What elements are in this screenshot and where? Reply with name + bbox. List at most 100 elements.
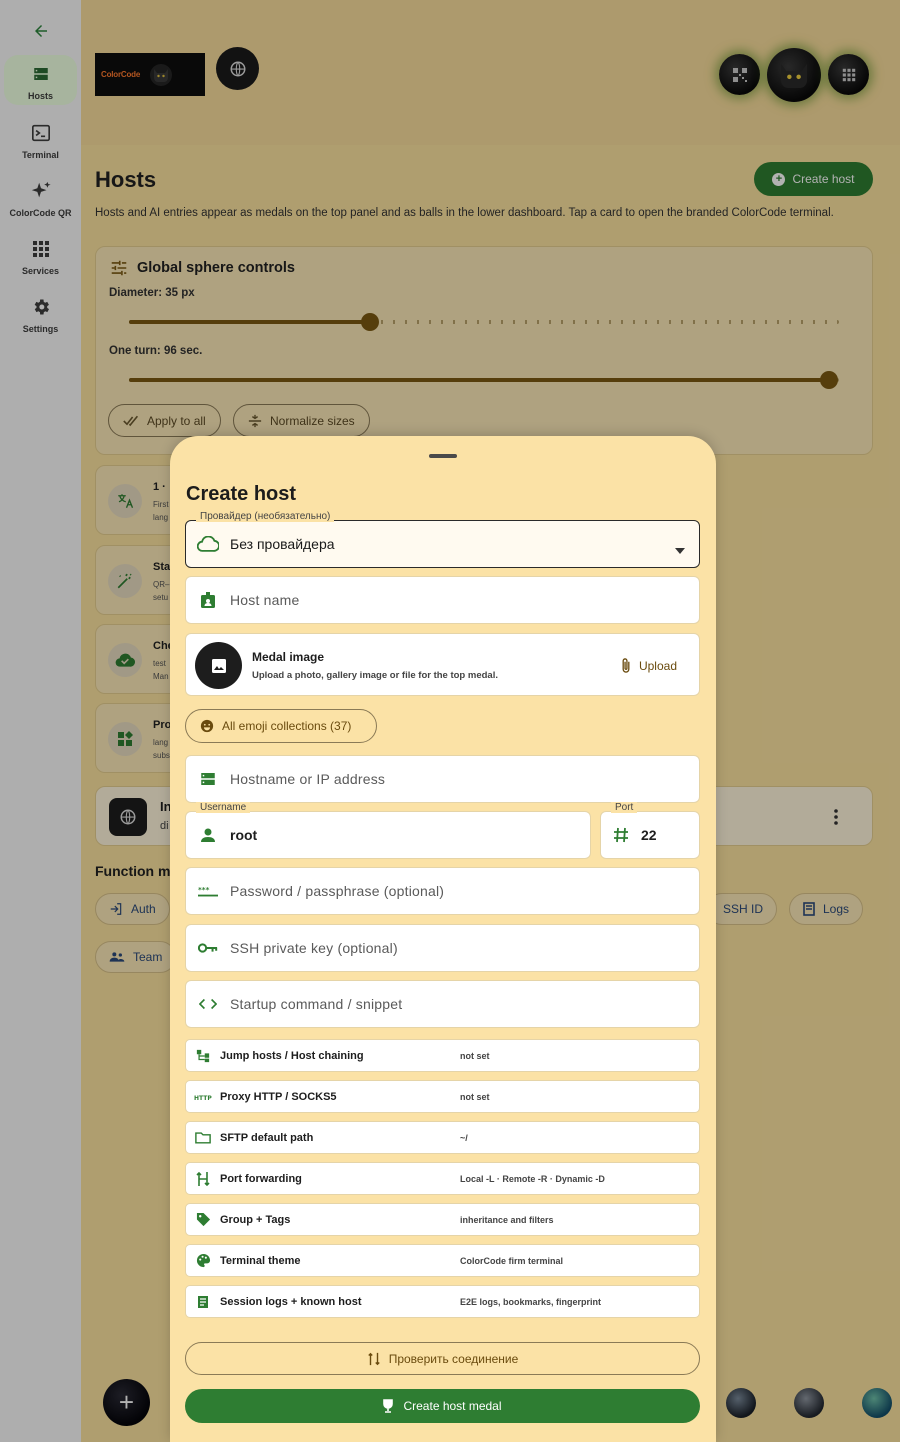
top-medal-panel: ColorCode bbox=[81, 0, 900, 145]
username-field[interactable]: Username root bbox=[185, 802, 591, 859]
cloud-icon bbox=[186, 536, 230, 552]
colorcode-logo[interactable]: ColorCode bbox=[95, 53, 205, 96]
terminal-theme-row[interactable]: Terminal theme ColorCode firm terminal bbox=[185, 1244, 700, 1277]
option-value: ColorCode firm terminal bbox=[460, 1255, 564, 1266]
hostname-field[interactable]: Hostname or IP address bbox=[185, 755, 700, 803]
check-connection-button[interactable]: Проверить соединение bbox=[185, 1342, 700, 1375]
http-icon: HTTP bbox=[186, 1093, 220, 1101]
book-icon bbox=[803, 902, 815, 916]
globe-icon bbox=[230, 61, 245, 76]
tag-icon bbox=[186, 1212, 220, 1227]
provider-select[interactable]: Провайдер (необязательно) Без провайдера bbox=[185, 511, 700, 568]
drag-handle[interactable] bbox=[429, 454, 457, 458]
person-icon bbox=[186, 827, 230, 843]
list-item-sub: First lang bbox=[153, 500, 169, 522]
diameter-label: Diameter: 35 px bbox=[109, 287, 195, 299]
login-icon bbox=[110, 903, 122, 915]
jump-hosts-icon bbox=[186, 1049, 220, 1063]
grid-icon bbox=[842, 68, 855, 81]
proxy-row[interactable]: HTTP Proxy HTTP / SOCKS5 not set bbox=[185, 1080, 700, 1113]
more-vert-icon[interactable] bbox=[834, 809, 838, 830]
option-value: E2E logs, bookmarks, fingerprint bbox=[460, 1296, 602, 1307]
list-item-sub: QR– setu bbox=[153, 580, 170, 602]
list-item-sub: lang subs bbox=[153, 738, 170, 760]
host-ball[interactable] bbox=[726, 1388, 756, 1418]
diameter-slider-thumb[interactable] bbox=[361, 313, 379, 331]
internet-card-sub: di bbox=[160, 820, 169, 832]
port-value: 22 bbox=[641, 827, 657, 843]
page-description: Hosts and AI entries appear as medals on… bbox=[95, 207, 834, 219]
medal-image-title: Medal image bbox=[252, 650, 325, 664]
option-label: Group + Tags bbox=[220, 1213, 291, 1226]
apply-label: Apply to all bbox=[147, 413, 206, 428]
option-label: Port forwarding bbox=[220, 1172, 302, 1185]
group-tags-row[interactable]: Group + Tags inheritance and filters bbox=[185, 1203, 700, 1236]
option-label: Terminal theme bbox=[220, 1254, 301, 1267]
create-host-button[interactable]: + Create host bbox=[754, 162, 873, 196]
rail-overlay bbox=[0, 0, 81, 1442]
svg-text:***: *** bbox=[198, 885, 210, 894]
cloud-done-icon bbox=[108, 643, 142, 677]
medal-image-row[interactable]: Medal image Upload a photo, gallery imag… bbox=[185, 633, 700, 696]
ssh-id-chip[interactable]: SSH ID bbox=[706, 893, 778, 925]
normalize-label: Normalize sizes bbox=[270, 413, 355, 428]
startup-command-field[interactable]: Startup command / snippet bbox=[185, 980, 700, 1028]
host-name-placeholder: Host name bbox=[230, 592, 300, 608]
trophy-icon bbox=[383, 1399, 394, 1413]
team-icon bbox=[109, 952, 125, 962]
port-field[interactable]: Port 22 bbox=[600, 802, 700, 859]
globe-button[interactable] bbox=[216, 47, 259, 90]
list-item-title: 1 · bbox=[153, 481, 166, 493]
provider-label: Провайдер (необязательно) bbox=[196, 511, 335, 522]
jump-hosts-row[interactable]: Jump hosts / Host chaining not set bbox=[185, 1039, 700, 1072]
page-title: Hosts bbox=[95, 167, 157, 192]
auth-chip[interactable]: Auth bbox=[95, 893, 170, 925]
qr-medal[interactable] bbox=[719, 54, 760, 95]
team-chip[interactable]: Team bbox=[95, 941, 177, 973]
apps-medal[interactable] bbox=[828, 54, 869, 95]
turn-slider-thumb[interactable] bbox=[820, 371, 838, 389]
cat-icon bbox=[781, 63, 807, 88]
option-value: not set bbox=[460, 1050, 490, 1061]
ssh-key-field[interactable]: SSH private key (optional) bbox=[185, 924, 700, 972]
port-label: Port bbox=[611, 802, 638, 813]
hostname-placeholder: Hostname or IP address bbox=[230, 771, 386, 787]
host-ball[interactable] bbox=[794, 1388, 824, 1418]
host-name-field[interactable]: Host name bbox=[185, 576, 700, 624]
turn-label: One turn: 96 sec. bbox=[109, 345, 203, 357]
port-forward-icon bbox=[186, 1171, 220, 1187]
upload-label: Upload bbox=[638, 658, 677, 673]
list-item-title: Pro bbox=[153, 719, 172, 731]
upload-button[interactable]: Upload bbox=[621, 658, 677, 673]
svg-text:HTTP: HTTP bbox=[194, 1095, 212, 1101]
add-fab-button[interactable]: + bbox=[103, 1379, 150, 1426]
cat-medal[interactable] bbox=[767, 48, 821, 102]
port-forwarding-row[interactable]: Port forwarding Local -L · Remote -R · D… bbox=[185, 1162, 700, 1195]
username-value: root bbox=[230, 827, 258, 843]
magic-wand-icon bbox=[108, 564, 142, 598]
option-value: not set bbox=[460, 1091, 490, 1102]
option-label: Session logs + known host bbox=[220, 1295, 362, 1308]
cat-icon bbox=[150, 63, 173, 86]
plus-icon: + bbox=[118, 1387, 135, 1417]
create-host-medal-label: Create host medal bbox=[403, 1399, 502, 1413]
normalize-sizes-button[interactable]: Normalize sizes bbox=[233, 404, 370, 437]
host-ball[interactable] bbox=[862, 1388, 892, 1418]
emoji-collections-chip[interactable]: All emoji collections (37) bbox=[185, 709, 377, 743]
option-label: Proxy HTTP / SOCKS5 bbox=[220, 1090, 337, 1103]
qr-icon bbox=[732, 67, 747, 82]
create-host-medal-button[interactable]: Create host medal bbox=[185, 1389, 700, 1423]
global-sphere-controls-card: Global sphere controls Diameter: 35 px O… bbox=[95, 246, 873, 455]
folder-icon bbox=[186, 1131, 220, 1144]
attach-icon bbox=[622, 658, 630, 673]
list-item-title: Sta bbox=[153, 561, 171, 573]
check-connection-label: Проверить соединение bbox=[388, 1351, 519, 1366]
logs-chip[interactable]: Logs bbox=[789, 893, 864, 925]
session-logs-row[interactable]: Session logs + known host E2E logs, book… bbox=[185, 1285, 700, 1318]
create-host-label: Create host bbox=[792, 172, 855, 186]
option-label: Jump hosts / Host chaining bbox=[220, 1049, 364, 1062]
apply-to-all-button[interactable]: Apply to all bbox=[108, 404, 221, 437]
sftp-path-row[interactable]: SFTP default path ~/ bbox=[185, 1121, 700, 1154]
password-field[interactable]: *** Password / passphrase (optional) bbox=[185, 867, 700, 915]
tune-icon bbox=[111, 260, 127, 276]
